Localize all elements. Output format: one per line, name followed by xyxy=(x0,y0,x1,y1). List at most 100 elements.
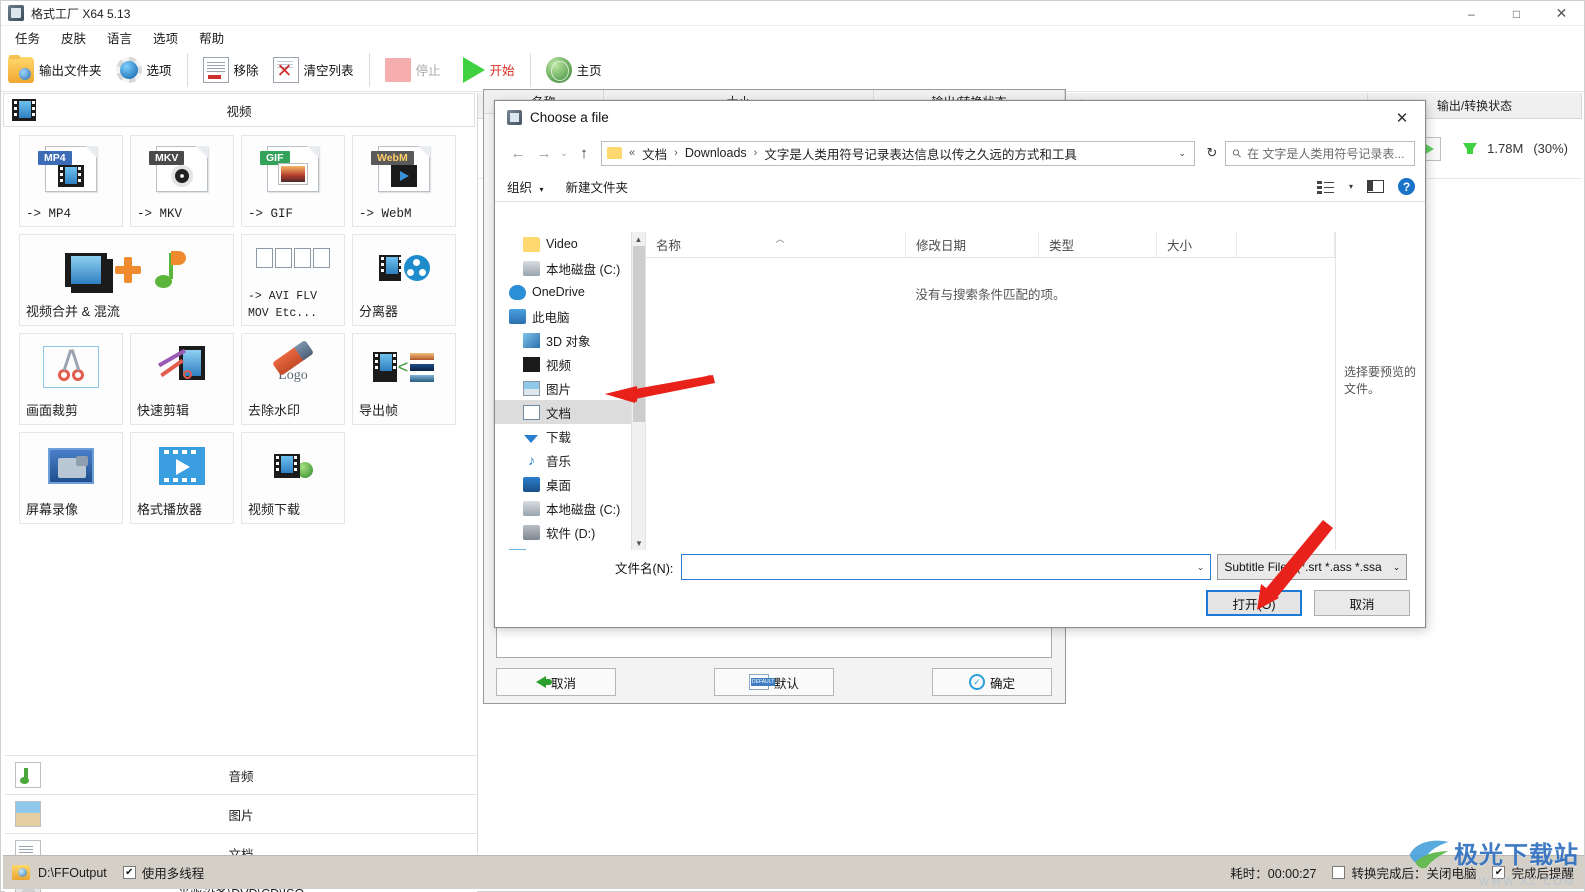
output-folder-icon[interactable] xyxy=(12,865,30,880)
search-input[interactable]: ⚲ 在 文字是人类用符号记录表... xyxy=(1225,140,1415,166)
toolbar-start[interactable]: 开始 xyxy=(456,50,522,90)
place-item-local-disk-c-2[interactable]: 本地磁盘 (C:) xyxy=(495,496,645,520)
organize-button[interactable]: 组织 ▾ xyxy=(507,177,544,196)
tile-to-webm[interactable]: WebM -> WebM xyxy=(352,135,456,227)
places-scrollbar[interactable]: ▲ ▼ xyxy=(631,232,645,550)
menu-item-tasks[interactable]: 任务 xyxy=(15,28,40,47)
settings-default-button[interactable]: 默认 xyxy=(714,668,834,696)
toolbar-output-folder[interactable]: 输出文件夹 xyxy=(1,50,109,90)
view-layout-icon[interactable] xyxy=(1316,180,1335,194)
task-percent: (30%) xyxy=(1533,141,1568,156)
toolbar-remove[interactable]: 移除 xyxy=(196,50,266,90)
onedrive-icon xyxy=(509,284,526,300)
tile-video-merge-mux[interactable]: 视频合并 & 混流 xyxy=(19,234,234,326)
place-item-documents[interactable]: 文档 xyxy=(495,400,645,424)
scroll-down-icon[interactable]: ▼ xyxy=(632,536,645,550)
tile-avi-flv-mov[interactable]: -> AVI FLV MOV Etc... xyxy=(241,234,345,326)
dialog-footer: 文件名(N): ⌄ Subtitle Files (*.srt *.ass *.… xyxy=(495,550,1425,627)
tile-art: GIF xyxy=(242,144,344,194)
chevron-down-icon[interactable]: ⌄ xyxy=(1178,148,1186,159)
tile-splitter[interactable]: 分离器 xyxy=(352,234,456,326)
task-size: 1.78M xyxy=(1487,141,1524,156)
place-item-pictures[interactable]: 图片 xyxy=(495,376,645,400)
crop-scissors-icon xyxy=(43,346,99,388)
settings-ok-button[interactable]: ✓ 确定 xyxy=(932,668,1052,696)
column-type[interactable]: 类型 xyxy=(1039,232,1157,257)
place-item-local-disk-c[interactable]: 本地磁盘 (C:) xyxy=(495,256,645,280)
cancel-button[interactable]: 取消 xyxy=(1314,590,1410,616)
help-icon[interactable]: ? xyxy=(1398,178,1415,195)
toolbar-clear-list[interactable]: 清空列表 xyxy=(266,50,361,90)
export-frames-icon: < xyxy=(372,351,436,383)
tile-crop[interactable]: 画面裁剪 xyxy=(19,333,123,425)
place-item-software-d[interactable]: 软件 (D:) xyxy=(495,520,645,544)
chevron-down-icon[interactable]: ⌄ xyxy=(1197,562,1205,573)
preview-pane-icon[interactable] xyxy=(1367,180,1384,193)
breadcrumb-item-downloads[interactable]: Downloads xyxy=(685,146,747,160)
forward-button[interactable]: → xyxy=(531,140,557,166)
place-item-videos[interactable]: 视频 xyxy=(495,352,645,376)
chevron-down-icon[interactable]: ▾ xyxy=(1349,182,1353,191)
sidebar-row-picture[interactable]: 图片 xyxy=(5,794,477,833)
breadcrumb[interactable]: « 文档 › Downloads › 文字是人类用符号记录表达信息以传之久远的方… xyxy=(601,140,1195,166)
multithread-checkbox[interactable] xyxy=(122,866,136,879)
column-name-label: 名称 xyxy=(656,239,682,253)
toolbar-home[interactable]: 主页 xyxy=(539,50,609,90)
toolbar-stop-label: 停止 xyxy=(415,64,441,78)
tile-to-mkv[interactable]: MKV -> MKV xyxy=(130,135,234,227)
output-path-label[interactable]: D:\FFOutput xyxy=(38,866,107,880)
tile-format-player[interactable]: 格式播放器 xyxy=(130,432,234,524)
tile-remove-watermark[interactable]: Logo 去除水印 xyxy=(241,333,345,425)
place-item-desktop[interactable]: 桌面 xyxy=(495,472,645,496)
column-name[interactable]: ︿ 名称 xyxy=(646,232,906,257)
menu-item-skin[interactable]: 皮肤 xyxy=(61,28,86,47)
scrollbar-thumb[interactable] xyxy=(633,246,645,422)
scroll-up-icon[interactable]: ▲ xyxy=(632,232,645,246)
place-item-3d-objects[interactable]: 3D 对象 xyxy=(495,328,645,352)
close-button[interactable]: ✕ xyxy=(1539,1,1584,26)
maximize-button[interactable]: □ xyxy=(1494,1,1539,26)
place-item-video[interactable]: Video xyxy=(495,232,645,256)
open-button[interactable]: 打开(O) xyxy=(1206,590,1302,616)
breadcrumb-item-current[interactable]: 文字是人类用符号记录表达信息以传之久远的方式和工具 xyxy=(764,144,1077,163)
place-item-onedrive[interactable]: OneDrive xyxy=(495,280,645,304)
watermark-text: 极光下载站 xyxy=(1454,842,1579,869)
column-size-label: 大小 xyxy=(1167,239,1193,253)
place-label: 图片 xyxy=(546,382,572,397)
menu-item-language[interactable]: 语言 xyxy=(107,28,132,47)
recent-locations-button[interactable]: ⌄ xyxy=(557,140,571,166)
column-type-label: 类型 xyxy=(1049,239,1075,253)
dialog-close-button[interactable]: ✕ xyxy=(1379,101,1425,134)
tile-quick-edit[interactable]: 快速剪辑 xyxy=(130,333,234,425)
tile-video-download[interactable]: 视频下载 xyxy=(241,432,345,524)
place-item-downloads[interactable]: 下载 xyxy=(495,424,645,448)
tile-export-frames[interactable]: < 导出帧 xyxy=(352,333,456,425)
filename-input[interactable]: ⌄ xyxy=(681,554,1212,580)
disc-icon xyxy=(171,165,193,187)
menu-item-help[interactable]: 帮助 xyxy=(199,28,224,47)
after-convert-checkbox[interactable] xyxy=(1332,866,1346,879)
photo-icon xyxy=(279,164,307,184)
up-button[interactable]: ↑ xyxy=(571,140,597,166)
tile-to-mp4[interactable]: MP4 -> MP4 xyxy=(19,135,123,227)
film-icon xyxy=(378,255,401,281)
toolbar-options[interactable]: 选项 xyxy=(109,50,179,90)
settings-cancel-button[interactable]: 取消 xyxy=(496,668,616,696)
breadcrumb-item-documents[interactable]: 文档 xyxy=(642,144,667,163)
back-button[interactable]: ← xyxy=(505,140,531,166)
menu-item-options[interactable]: 选项 xyxy=(153,28,178,47)
tile-to-gif[interactable]: GIF -> GIF xyxy=(241,135,345,227)
status-bar: D:\FFOutput 使用多线程 耗时：00:00:27 转换完成后：关闭电脑… xyxy=(3,855,1584,889)
column-size[interactable]: 大小 xyxy=(1157,232,1237,257)
new-folder-button[interactable]: 新建文件夹 xyxy=(566,177,629,196)
minimize-button[interactable]: – xyxy=(1449,1,1494,26)
category-header-video[interactable]: 视频 xyxy=(3,93,475,127)
refresh-button[interactable]: ↻ xyxy=(1199,141,1225,166)
place-item-this-pc[interactable]: 此电脑 xyxy=(495,304,645,328)
place-item-music[interactable]: ♪ 音乐 xyxy=(495,448,645,472)
toolbar-stop[interactable]: 停止 xyxy=(378,50,448,90)
sidebar-row-audio[interactable]: 音频 xyxy=(5,755,477,794)
column-modified[interactable]: 修改日期 xyxy=(906,232,1039,257)
file-type-filter[interactable]: Subtitle Files (*.srt *.ass *.ssa ⌄ xyxy=(1217,554,1408,580)
tile-screen-record[interactable]: 屏幕录像 xyxy=(19,432,123,524)
